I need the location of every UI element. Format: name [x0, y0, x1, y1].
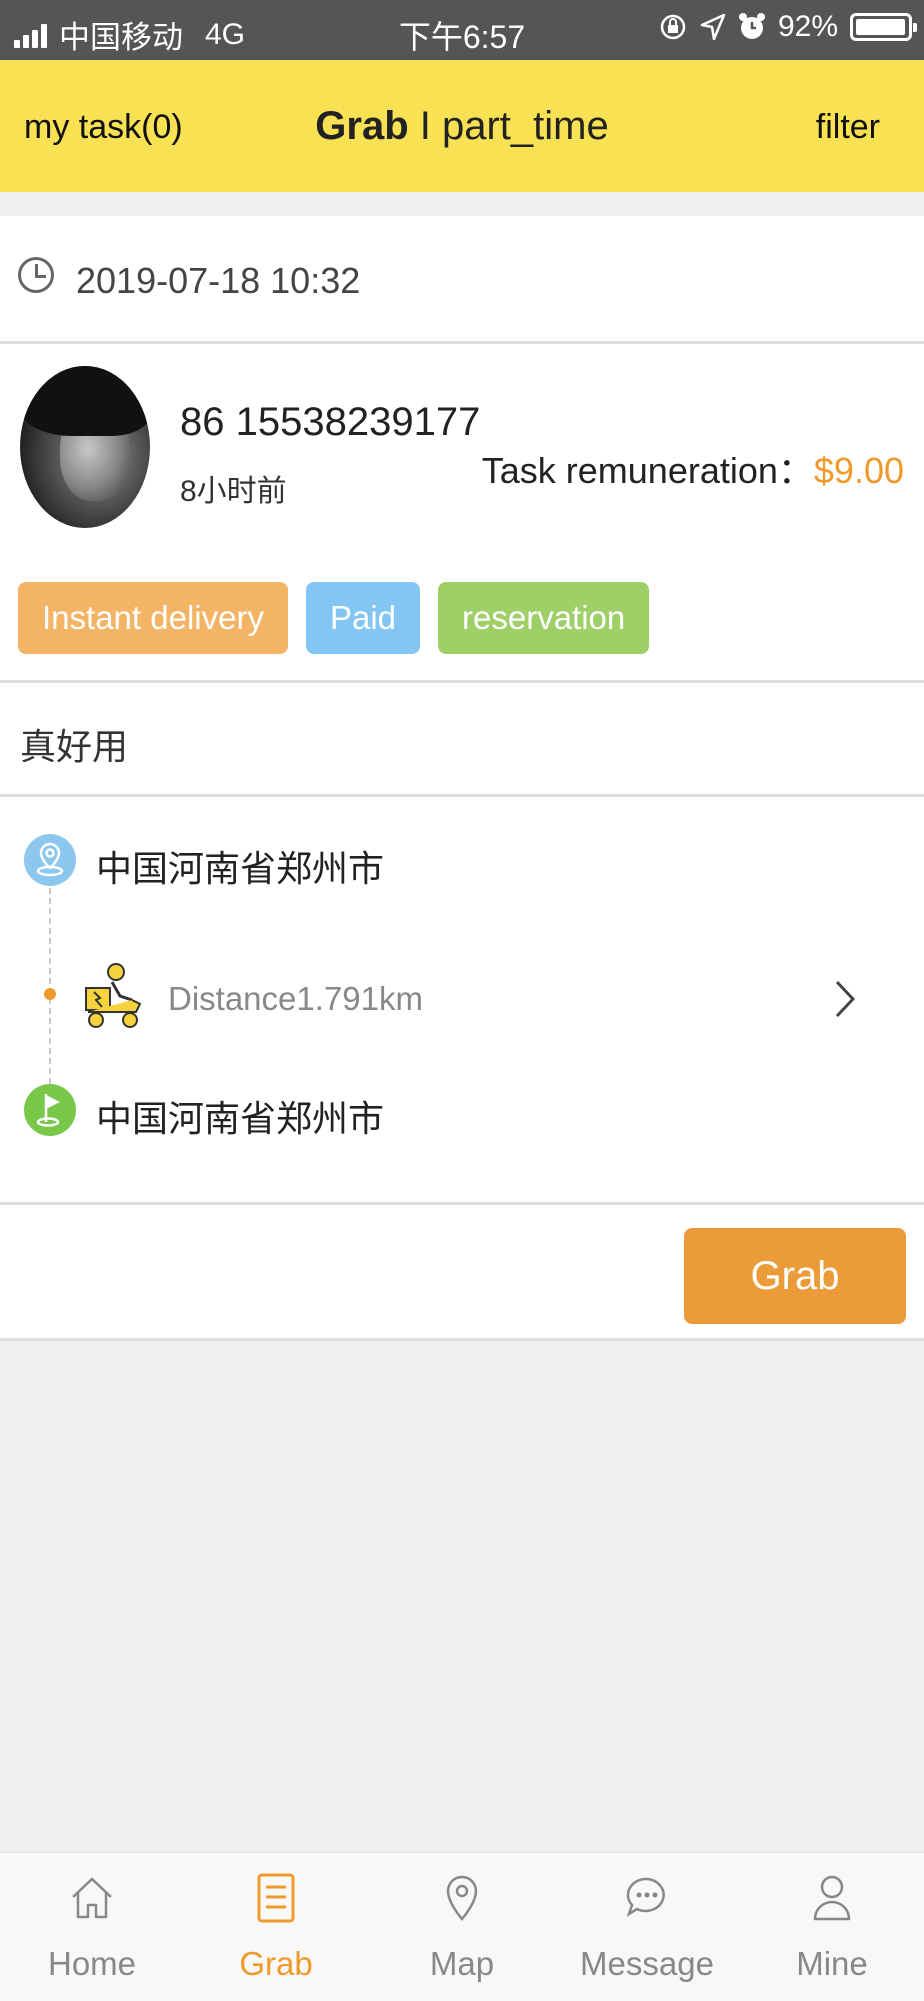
task-card[interactable]: 2019-07-18 10:32 86 15538239177 8小时前 Tas…	[0, 216, 924, 1341]
posted-time-ago: 8小时前	[180, 475, 287, 508]
location-arrow-icon	[700, 13, 726, 41]
destination-flag-icon	[24, 1084, 76, 1136]
person-icon	[813, 1875, 851, 1921]
title-separator: I	[408, 104, 442, 148]
task-datetime: 2019-07-18 10:32	[76, 260, 361, 301]
chat-bubble-icon	[626, 1877, 665, 1917]
battery-percent: 92%	[777, 10, 838, 43]
filter-button[interactable]: filter	[816, 108, 880, 147]
route-distance: Distance1.791km	[168, 980, 423, 1017]
status-bar: 中国移动 4G 下午6:57 92%	[0, 0, 924, 60]
tab-home[interactable]: Home	[0, 1853, 184, 2001]
task-note: 真好用	[20, 726, 129, 767]
divider	[0, 1338, 924, 1341]
alarm-icon	[738, 13, 765, 39]
grab-button[interactable]: Grab	[684, 1228, 906, 1324]
tag-reservation: reservation	[438, 582, 650, 654]
divider	[0, 794, 924, 797]
document-icon	[257, 1873, 295, 1923]
tab-label: Map	[429, 1945, 495, 1982]
tab-message[interactable]: Message	[555, 1853, 739, 2001]
top-navbar: my task(0) Grab I part_time filter	[0, 60, 924, 192]
status-right: 92%	[658, 10, 917, 44]
route-line	[49, 888, 51, 1084]
tab-map[interactable]: Map	[370, 1853, 554, 2001]
delivery-scooter-icon	[85, 963, 142, 1028]
home-icon	[72, 1877, 112, 1919]
task-remuneration: Task remuneration：$9.00	[482, 442, 904, 494]
title-part-time: part_time	[441, 104, 609, 148]
battery-icon	[850, 13, 917, 41]
task-tags: Instant delivery Paid reservation	[18, 582, 650, 654]
rotation-lock-icon	[660, 14, 686, 40]
chevron-right-icon[interactable]	[820, 974, 870, 1024]
map-pin-icon	[446, 1875, 478, 1921]
tab-grab[interactable]: Grab	[184, 1853, 368, 2001]
remuneration-amount: $9.00	[813, 450, 904, 491]
remuneration-label: Task remuneration：	[481, 450, 814, 491]
bottom-tab-bar: Home Grab Map Message Mine	[0, 1852, 924, 2001]
route-midpoint-dot	[44, 988, 56, 1000]
avatar[interactable]	[20, 366, 150, 528]
customer-phone: 86 15538239177	[180, 400, 481, 444]
tab-label: Home	[47, 1945, 137, 1982]
end-address: 中国河南省郑州市	[96, 1098, 385, 1139]
tag-instant-delivery: Instant delivery	[18, 582, 288, 654]
tab-label: Message	[580, 1945, 714, 1982]
page-title: Grab I part_time	[0, 104, 924, 149]
divider	[0, 680, 924, 683]
divider	[0, 1202, 924, 1205]
start-address: 中国河南省郑州市	[96, 848, 385, 889]
tab-mine[interactable]: Mine	[740, 1853, 924, 2001]
tab-label: Grab	[239, 1945, 313, 1982]
task-time-row: 2019-07-18 10:32	[0, 216, 924, 344]
tab-label: Mine	[796, 1945, 868, 1982]
start-location-icon	[24, 834, 76, 886]
tag-paid: Paid	[305, 582, 421, 654]
title-grab: Grab	[315, 104, 409, 148]
clock-icon	[18, 257, 54, 293]
